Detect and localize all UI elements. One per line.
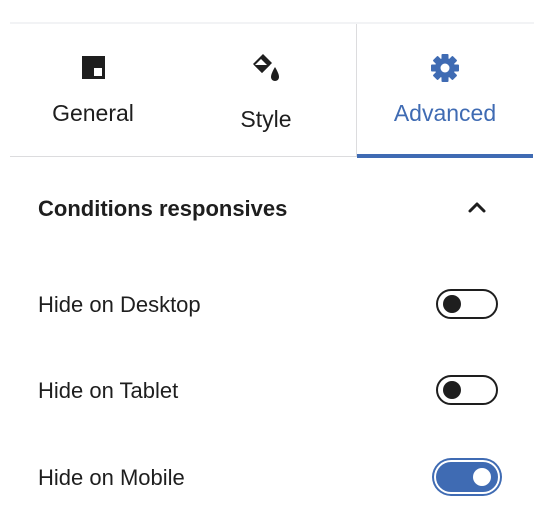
- hide-desktop-toggle[interactable]: [436, 289, 498, 319]
- hide-tablet-toggle[interactable]: [436, 375, 498, 405]
- tab-bar: General Style Advanced: [10, 24, 533, 158]
- tab-advanced-label: Advanced: [393, 100, 497, 126]
- gear-icon: [431, 54, 459, 82]
- toggle-knob: [473, 468, 491, 486]
- tab-style[interactable]: Style: [176, 24, 356, 156]
- tab-general[interactable]: General: [10, 24, 176, 156]
- hide-mobile-label: Hide on Mobile: [38, 465, 185, 490]
- toggle-knob: [443, 295, 461, 313]
- chevron-up-icon[interactable]: [462, 192, 492, 222]
- hide-desktop-label: Hide on Desktop: [38, 292, 201, 317]
- hide-tablet-label: Hide on Tablet: [38, 378, 179, 403]
- tab-general-label: General: [52, 100, 134, 126]
- hide-mobile-toggle[interactable]: [436, 462, 498, 492]
- tab-style-label: Style: [240, 106, 292, 132]
- section-title: Conditions responsives: [38, 196, 288, 221]
- tab-advanced[interactable]: Advanced: [356, 24, 533, 158]
- toggle-knob: [443, 381, 461, 399]
- advanced-settings-panel: General Style Advanced Conditions respon…: [0, 0, 534, 524]
- paint-bucket-icon: [253, 54, 279, 81]
- layout-block-icon: [82, 56, 105, 79]
